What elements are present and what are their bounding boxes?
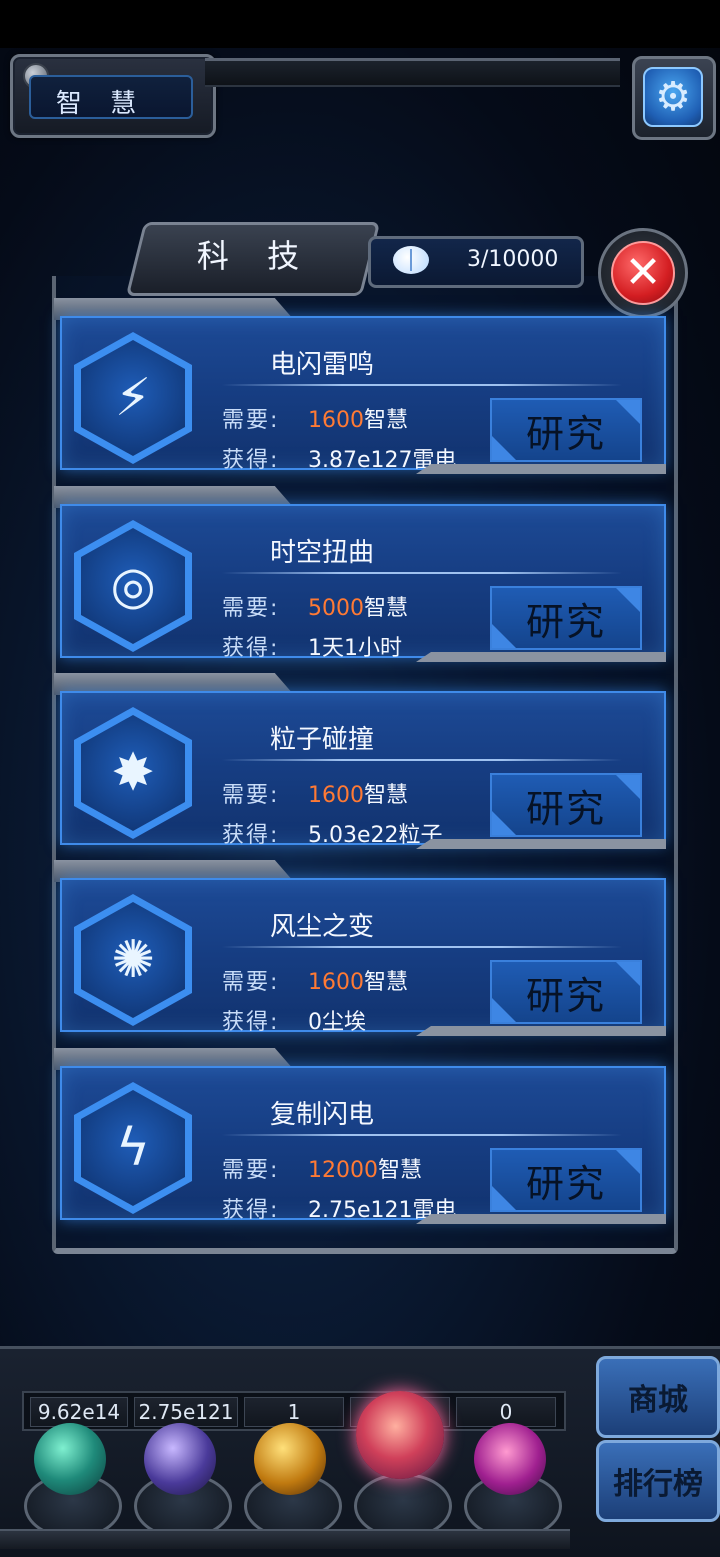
wisdom-label: 智 慧 xyxy=(55,89,147,119)
card-divider xyxy=(222,946,622,948)
card-divider xyxy=(222,384,622,386)
ranking-button[interactable]: 排行榜 xyxy=(596,1440,720,1522)
card-body: ϟ 复制闪电 需要: 12000智慧 获得: 2.75e121雷电 研究 xyxy=(60,1066,666,1223)
reward-row: 获得: 2.75e121雷电 xyxy=(222,1192,457,1224)
tech-card: ϟ 复制闪电 需要: 12000智慧 获得: 2.75e121雷电 研究 xyxy=(54,1048,666,1224)
reward-value: 1天1小时 xyxy=(308,636,402,661)
card-icon-frame: ⚡ xyxy=(74,332,192,464)
requirement-label: 需要: xyxy=(222,1158,280,1183)
requirement-cost: 12000 xyxy=(308,1158,378,1183)
lightning-burst-icon: ⚡ xyxy=(81,340,185,456)
research-button[interactable]: 研究 xyxy=(490,773,642,837)
tech-card: ✸ 粒子碰撞 需要: 1600智慧 获得: 5.03e22粒子 研究 xyxy=(54,673,666,849)
tech-card: ⚡ 电闪雷鸣 需要: 1600智慧 获得: 3.87e127雷电 研究 xyxy=(54,298,666,474)
requirement-row: 需要: 1600智慧 xyxy=(222,777,408,809)
close-icon[interactable]: ✕ xyxy=(611,241,675,305)
card-body: ✸ 粒子碰撞 需要: 1600智慧 获得: 5.03e22粒子 研究 xyxy=(60,691,666,848)
card-body: ✺ 风尘之变 需要: 1600智慧 获得: 0尘埃 研究 xyxy=(60,878,666,1035)
reward-value: 5.03e22粒子 xyxy=(308,823,443,848)
tech-card: ◎ 时空扭曲 需要: 5000智慧 获得: 1天1小时 研究 xyxy=(54,486,666,662)
resource-counter-1: 9.62e14 xyxy=(30,1397,128,1427)
card-divider xyxy=(222,759,622,761)
close-ring: ✕ xyxy=(598,228,688,318)
card-bottom-bar xyxy=(416,839,666,849)
requirement-unit: 智慧 xyxy=(378,1158,423,1183)
green-atom-orb[interactable] xyxy=(34,1423,106,1495)
copy-lightning-icon: ϟ xyxy=(81,1090,185,1206)
research-button[interactable]: 研究 xyxy=(490,586,642,650)
requirement-unit: 智慧 xyxy=(364,408,409,433)
card-divider xyxy=(222,572,622,574)
wisdom-label-box: 智 慧 xyxy=(29,75,193,119)
lightning-orb[interactable] xyxy=(144,1423,216,1495)
resource-counter-2: 2.75e121 xyxy=(134,1397,238,1427)
particle-orb[interactable] xyxy=(356,1391,444,1479)
card-bottom-bar xyxy=(416,652,666,662)
card-icon-frame: ✺ xyxy=(74,894,192,1026)
card-body: ◎ 时空扭曲 需要: 5000智慧 获得: 1天1小时 研究 xyxy=(60,504,666,661)
reward-label: 获得: xyxy=(222,823,280,848)
dust-explosion-icon: ✺ xyxy=(81,902,185,1018)
status-bar-area xyxy=(0,0,720,48)
card-divider xyxy=(222,1134,622,1136)
shop-button[interactable]: 商城 xyxy=(596,1356,720,1438)
reward-row: 获得: 1天1小时 xyxy=(222,630,402,662)
requirement-unit: 智慧 xyxy=(364,783,409,808)
card-icon-frame: ◎ xyxy=(74,520,192,652)
requirement-label: 需要: xyxy=(222,596,280,621)
card-bottom-bar xyxy=(416,1026,666,1036)
reward-row: 获得: 5.03e22粒子 xyxy=(222,817,443,849)
vortex-orb[interactable] xyxy=(474,1423,546,1495)
card-body: ⚡ 电闪雷鸣 需要: 1600智慧 获得: 3.87e127雷电 研究 xyxy=(60,316,666,473)
settings-plate: ⚙ xyxy=(632,56,716,140)
requirement-unit: 智慧 xyxy=(364,596,409,621)
requirement-cost: 1600 xyxy=(308,408,364,433)
fire-orb[interactable] xyxy=(254,1423,326,1495)
wisdom-counter: 3/10000 xyxy=(368,236,584,288)
requirement-cost: 1600 xyxy=(308,970,364,995)
tech-name: 电闪雷鸣 xyxy=(270,350,375,380)
requirement-unit: 智慧 xyxy=(364,970,409,995)
reward-label: 获得: xyxy=(222,1198,280,1223)
particle-collision-icon: ✸ xyxy=(81,715,185,831)
requirement-label: 需要: xyxy=(222,408,280,433)
tech-name: 粒子碰撞 xyxy=(270,725,375,755)
reward-label: 获得: xyxy=(222,1010,280,1035)
card-icon-frame: ✸ xyxy=(74,707,192,839)
card-icon-frame: ϟ xyxy=(74,1082,192,1214)
requirement-row: 需要: 1600智慧 xyxy=(222,402,408,434)
reward-value: 0尘埃 xyxy=(308,1010,366,1035)
requirement-row: 需要: 5000智慧 xyxy=(222,590,408,622)
requirement-row: 需要: 12000智慧 xyxy=(222,1152,422,1184)
requirement-label: 需要: xyxy=(222,783,280,808)
reward-row: 获得: 3.87e127雷电 xyxy=(222,442,457,474)
requirement-cost: 1600 xyxy=(308,783,364,808)
gear-icon[interactable]: ⚙ xyxy=(643,67,703,127)
tech-name: 时空扭曲 xyxy=(270,538,375,568)
wisdom-tab[interactable]: 智 慧 xyxy=(10,54,216,138)
reward-row: 获得: 0尘埃 xyxy=(222,1004,366,1036)
hud-rail xyxy=(0,1529,570,1549)
wisdom-count: 3/10000 xyxy=(467,247,559,272)
research-button[interactable]: 研究 xyxy=(490,960,642,1024)
research-button[interactable]: 研究 xyxy=(490,398,642,462)
requirement-label: 需要: xyxy=(222,970,280,995)
tech-card: ✺ 风尘之变 需要: 1600智慧 获得: 0尘埃 研究 xyxy=(54,860,666,1036)
research-button[interactable]: 研究 xyxy=(490,1148,642,1212)
tech-name: 复制闪电 xyxy=(270,1100,375,1130)
requirement-row: 需要: 1600智慧 xyxy=(222,964,408,996)
reward-label: 获得: xyxy=(222,448,280,473)
card-bottom-bar xyxy=(416,1214,666,1224)
vortex-icon: ◎ xyxy=(81,528,185,644)
top-rail xyxy=(205,58,620,87)
reward-label: 获得: xyxy=(222,636,280,661)
requirement-cost: 5000 xyxy=(308,596,364,621)
card-bottom-bar xyxy=(416,464,666,474)
panel-title: 科 技 xyxy=(196,237,314,275)
tech-name: 风尘之变 xyxy=(270,912,375,942)
brain-icon xyxy=(393,246,429,274)
